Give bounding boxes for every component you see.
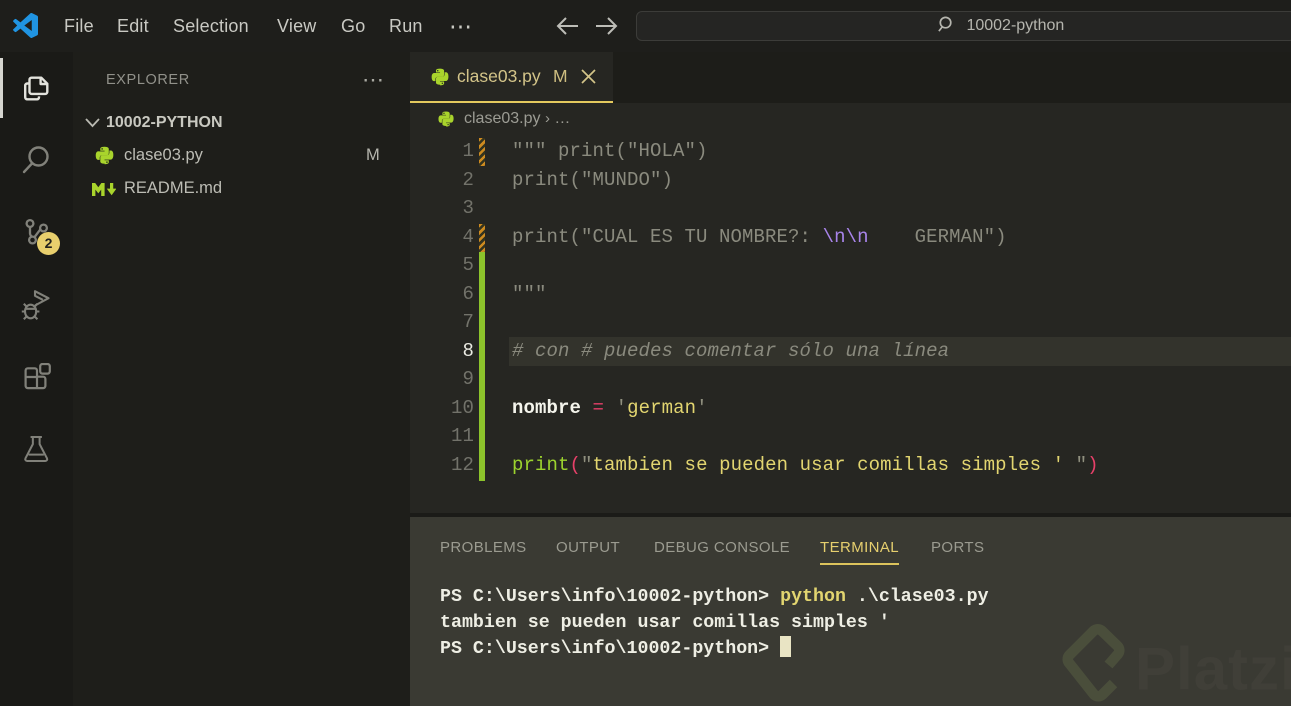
svg-text:Platzi: Platzi (1135, 636, 1291, 703)
